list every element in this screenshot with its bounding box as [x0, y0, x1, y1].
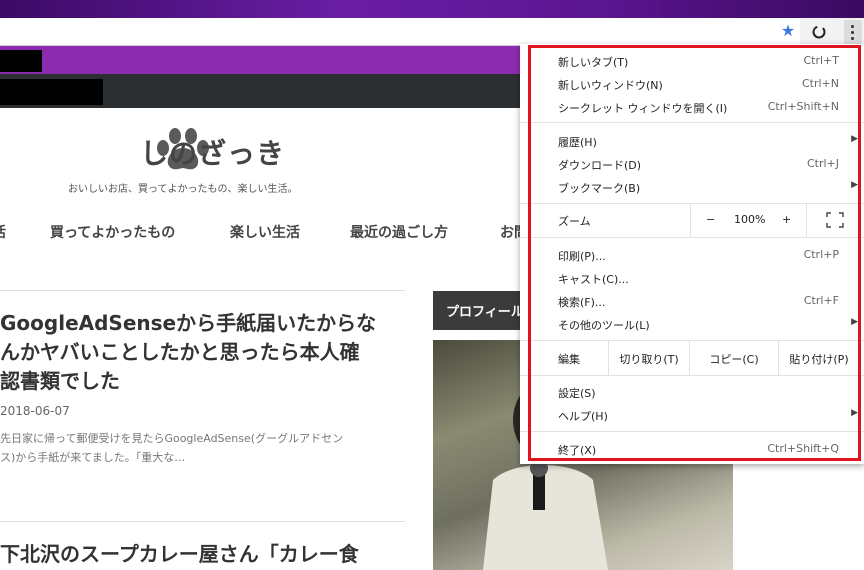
divider — [0, 521, 405, 522]
address-bar[interactable] — [0, 18, 800, 46]
post-excerpt-line: ス)から手紙が来てました。「重大な… — [0, 451, 186, 464]
next-post-title[interactable]: 下北沢のスープカレー屋さん「カレー食 — [0, 539, 359, 569]
nav-item[interactable]: 楽しい生活 — [230, 222, 300, 242]
post-title-line[interactable]: 認書類でした — [0, 366, 120, 396]
bookmark-star-icon[interactable]: ★ — [779, 22, 797, 40]
site-tagline: おいしいお店、買ってよかったもの、楽しい生活。 — [68, 184, 298, 195]
post-title-line[interactable]: んかヤバいことしたかと思ったら本人確 — [0, 337, 360, 367]
nav-item[interactable]: 活 — [0, 222, 6, 242]
post-excerpt-line: 先日家に帰って郵便受けを見たらGoogleAdSense(グーグルアドセン — [0, 432, 344, 445]
profile-heading: プロフィール — [433, 291, 533, 330]
redacted-block — [0, 50, 42, 72]
site-logo-text[interactable]: しのざっき — [140, 132, 285, 172]
post-date: 2018-06-07 — [0, 404, 70, 418]
browser-title-bar — [0, 0, 864, 18]
nav-item[interactable]: 最近の過ごし方 — [350, 222, 448, 242]
sync-icon[interactable] — [810, 23, 828, 41]
browser-menu-button[interactable] — [844, 20, 862, 44]
divider — [0, 290, 405, 291]
highlight-annotation-box — [528, 45, 861, 461]
redacted-block — [0, 79, 103, 105]
nav-item[interactable]: 買ってよかったもの — [50, 222, 175, 242]
post-title-line[interactable]: GoogleAdSenseから手紙届いたからな — [0, 308, 376, 338]
